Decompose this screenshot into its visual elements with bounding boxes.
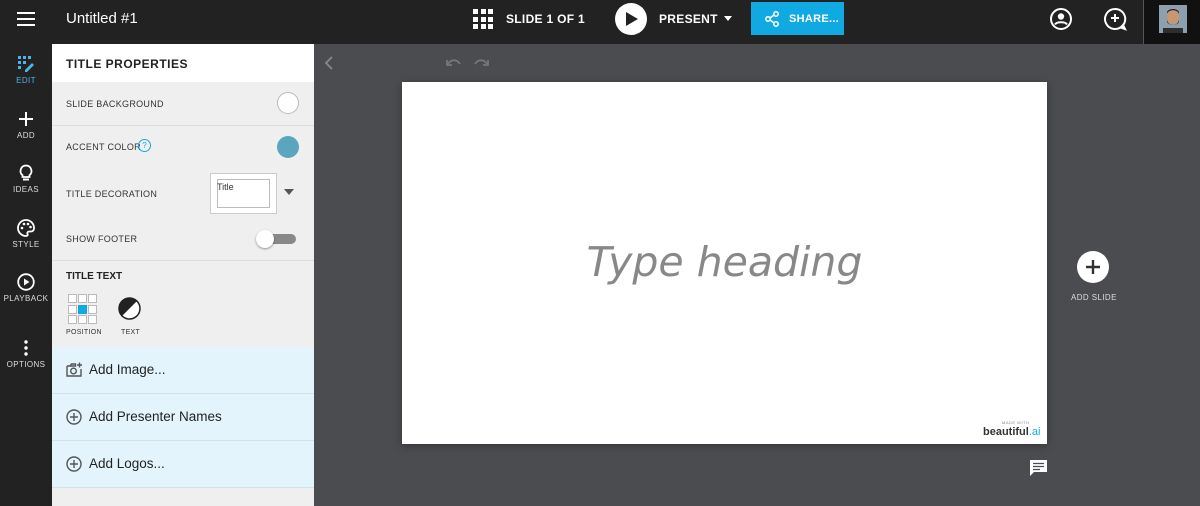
add-presenter-names-label: Add Presenter Names [89,409,222,424]
slide-background-label: SLIDE BACKGROUND [66,99,164,109]
plus-icon [1086,260,1100,274]
title-decoration-select[interactable]: Title [210,173,277,214]
speaker-notes-icon[interactable] [1029,459,1048,477]
chevron-down-icon [723,16,732,21]
slide-grid-icon[interactable] [473,9,493,29]
add-comment-icon[interactable] [1103,7,1127,31]
rail-item-edit[interactable]: EDIT [0,55,52,105]
present-dropdown[interactable]: PRESENT [659,12,732,26]
add-slide-label: ADD SLIDE [1071,293,1117,302]
rail-label: EDIT [16,76,36,85]
play-icon [626,12,638,26]
chevron-down-icon[interactable] [284,189,294,195]
toggle-knob [256,230,274,248]
position-grid[interactable] [68,294,99,325]
menu-icon[interactable] [17,12,35,26]
slide-background-row: SLIDE BACKGROUND [52,82,314,126]
slide-background-swatch[interactable] [277,92,299,114]
edit-grid-icon [18,56,34,72]
add-circle-icon [66,456,82,472]
more-vertical-icon [24,340,28,356]
rail-item-playback[interactable]: PLAYBACK [0,273,52,323]
document-title[interactable]: Untitled #1 [66,10,138,28]
show-footer-label: SHOW FOOTER [66,234,138,244]
add-photo-icon [66,362,82,377]
top-bar: Untitled #1 SLIDE 1 OF 1 PRESENT SHARE..… [0,0,1200,44]
title-text-header: TITLE TEXT [66,271,123,282]
position-label: POSITION [66,329,102,336]
avatar-container [1143,0,1200,44]
add-circle-icon [66,409,82,425]
rail-label: STYLE [12,240,40,249]
rail-item-add[interactable]: ADD [0,110,52,160]
text-label: TEXT [121,329,141,336]
palette-icon [17,219,35,237]
undo-icon[interactable] [446,57,462,69]
show-footer-toggle[interactable] [256,230,297,248]
rail-item-options[interactable]: OPTIONS [0,339,52,389]
properties-panel: TITLE PROPERTIES SLIDE BACKGROUND ACCENT… [52,44,314,506]
rail-item-style[interactable]: STYLE [0,219,52,269]
add-image-button[interactable]: Add Image... [52,347,314,394]
avatar[interactable] [1159,5,1187,33]
add-presenter-names-button[interactable]: Add Presenter Names [52,394,314,441]
rail-label: PLAYBACK [3,294,49,303]
rail-label: IDEAS [12,185,39,194]
plus-icon [19,112,33,126]
rail-label: ADD [16,131,36,140]
share-label: SHARE... [789,13,840,25]
lightbulb-icon [19,164,33,181]
accent-color-label: ACCENT COLOR [66,142,141,152]
slide-heading[interactable]: Type heading [402,238,1047,286]
text-contrast-icon[interactable] [118,297,141,320]
rail-label: OPTIONS [6,360,46,369]
play-circle-icon [17,273,35,291]
accent-color-swatch[interactable] [277,136,299,158]
made-with-label: MADE WITH [1002,420,1030,425]
rail-item-ideas[interactable]: IDEAS [0,164,52,214]
slide-counter: SLIDE 1 OF 1 [506,12,585,26]
slide-canvas[interactable]: Type heading MADE WITH beautiful.ai [402,82,1047,444]
add-logos-label: Add Logos... [89,456,165,471]
divider [52,260,314,261]
panel-title: TITLE PROPERTIES [66,57,189,71]
share-button[interactable]: SHARE... [751,2,844,35]
panel-header: TITLE PROPERTIES [52,44,314,82]
redo-icon[interactable] [473,57,489,69]
play-button[interactable] [615,3,647,35]
add-logos-button[interactable]: Add Logos... [52,441,314,488]
add-image-label: Add Image... [89,362,166,377]
left-rail: EDIT ADD IDEAS STYLE PLAYBACK OPTIONS [0,44,52,506]
app-root: Untitled #1 SLIDE 1 OF 1 PRESENT SHARE..… [0,0,1200,506]
brand-name: beautiful [983,426,1029,438]
title-decoration-label: TITLE DECORATION [66,189,158,199]
help-icon[interactable]: ? [138,139,151,152]
chevron-left-icon[interactable] [323,55,335,71]
brand-logo: beautiful.ai [983,426,1040,438]
present-label: PRESENT [659,12,718,26]
title-decoration-value: Title [217,182,234,192]
add-slide-button[interactable] [1077,251,1109,283]
share-icon [765,11,779,27]
user-icon[interactable] [1049,7,1073,31]
brand-suffix: .ai [1028,426,1041,438]
